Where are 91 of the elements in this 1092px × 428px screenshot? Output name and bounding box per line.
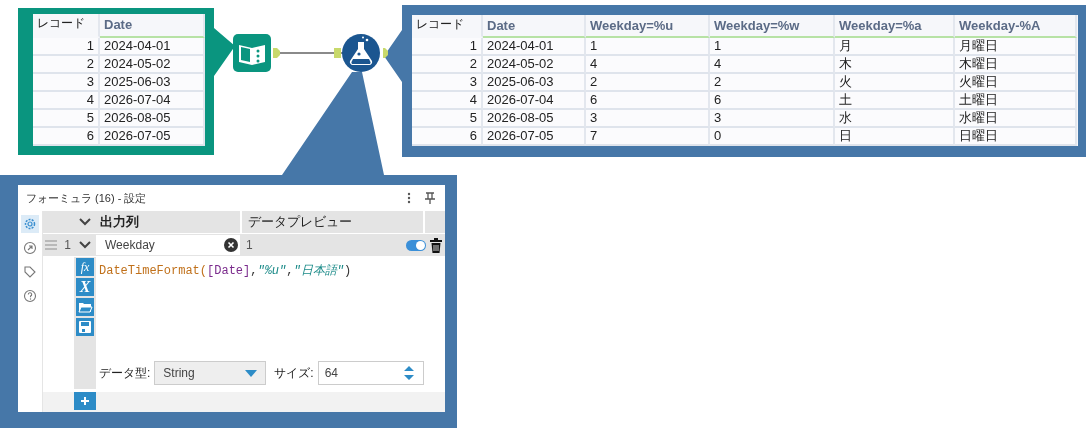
table-cell: 木曜日 [955, 56, 1077, 74]
table-cell: 2025-06-03 [100, 74, 205, 92]
pin-icon [425, 192, 435, 204]
output-column-field[interactable]: Weekday [96, 235, 240, 255]
more-icon [407, 192, 411, 204]
folder-icon [76, 298, 94, 316]
table-cell: 2024-04-01 [483, 38, 586, 56]
table-cell: 3 [412, 74, 483, 92]
caret-icon [245, 369, 258, 377]
table-cell: 1 [412, 38, 483, 56]
table-cell: 4 [412, 92, 483, 110]
table-cell: 2026-07-05 [100, 128, 205, 146]
table-cell: 月 [835, 38, 955, 56]
sidebar-tab[interactable] [21, 239, 39, 257]
table-cell: 6 [412, 128, 483, 146]
clear-icon [224, 238, 238, 252]
table-cell: 2 [412, 56, 483, 74]
table-cell: 6 [710, 92, 835, 110]
column-header: Weekday=%a [835, 15, 955, 38]
settings-icon [23, 217, 37, 231]
data-preview-value: 1 [245, 238, 254, 252]
size-field[interactable]: 64 [317, 361, 424, 385]
table-cell: 2026-07-05 [483, 128, 586, 146]
sidebar-tab[interactable] [21, 215, 39, 233]
spinner-icon [402, 365, 415, 381]
table-cell: 3 [710, 110, 835, 128]
formula-expression[interactable]: DateTimeFormat([Date],"%u","日本語") [96, 257, 355, 284]
book-icon [233, 34, 271, 72]
table-cell: 土 [835, 92, 955, 110]
table-cell: 7 [586, 128, 710, 146]
table-cell: 1 [586, 38, 710, 56]
column-header: Date [100, 14, 205, 38]
function-button[interactable]: fx [76, 258, 94, 276]
toggle-switch[interactable] [406, 239, 426, 251]
column-header: Date [483, 15, 586, 38]
table-cell: 2024-05-02 [100, 56, 205, 74]
table-cell: 火 [835, 74, 955, 92]
table-cell: 6 [33, 128, 100, 146]
sidebar-tab[interactable] [21, 287, 39, 305]
table-cell: 5 [412, 110, 483, 128]
column-header: データプレビュー [247, 213, 353, 231]
table-cell: 日曜日 [955, 128, 1077, 146]
drag-handle-icon [45, 239, 57, 251]
table-cell: 2024-05-02 [483, 56, 586, 74]
table-cell: 2026-07-04 [483, 92, 586, 110]
table-cell: 水 [835, 110, 955, 128]
data-type-dropdown[interactable]: String [154, 361, 267, 385]
table-cell: 日 [835, 128, 955, 146]
input-anchor [334, 48, 341, 58]
panel-title: フォーミュラ (16) - 設定 [26, 190, 147, 206]
column-header: Weekday=%u [586, 15, 710, 38]
table-cell: 4 [710, 56, 835, 74]
trash-icon [430, 237, 442, 253]
table-cell: 2026-07-04 [100, 92, 205, 110]
row-number: 1 [63, 237, 72, 254]
flask-icon [342, 34, 380, 72]
table-cell: 2026-08-05 [483, 110, 586, 128]
table-cell: 4 [586, 56, 710, 74]
help-icon [23, 289, 37, 303]
table-cell: 火曜日 [955, 74, 1077, 92]
data-type-label: データ型: [99, 364, 151, 382]
output-anchor [383, 48, 388, 58]
table-cell: 2 [33, 56, 100, 74]
table-cell: 3 [586, 110, 710, 128]
table-cell: 2 [586, 74, 710, 92]
chevron-icon [79, 241, 91, 249]
table-cell: 6 [586, 92, 710, 110]
table-cell: 水曜日 [955, 110, 1077, 128]
table-cell: 0 [710, 128, 835, 146]
table-cell: 5 [33, 110, 100, 128]
table-cell: 2 [710, 74, 835, 92]
output-anchor [273, 48, 280, 58]
table-cell: 2025-06-03 [483, 74, 586, 92]
table-cell: 3 [33, 74, 100, 92]
table-cell: 月曜日 [955, 38, 1077, 56]
table-cell: 土曜日 [955, 92, 1077, 110]
table-cell: 4 [33, 92, 100, 110]
arrow-circle-icon [23, 241, 37, 255]
table-cell: 木 [835, 56, 955, 74]
chevron-icon [79, 218, 91, 226]
table-cell: 1 [33, 38, 100, 56]
column-header: Weekday=%w [710, 15, 835, 38]
table-cell: 1 [710, 38, 835, 56]
table-cell: 2026-08-05 [100, 110, 205, 128]
tag-icon [23, 265, 37, 279]
table-cell: 2024-04-01 [100, 38, 205, 56]
formula-row[interactable]: 1 Weekday 1 [43, 234, 445, 257]
size-label: サイズ: [274, 364, 314, 382]
save-icon [76, 318, 94, 336]
column-header: Weekday-%A [955, 15, 1077, 38]
variable-button[interactable]: X [76, 278, 94, 296]
